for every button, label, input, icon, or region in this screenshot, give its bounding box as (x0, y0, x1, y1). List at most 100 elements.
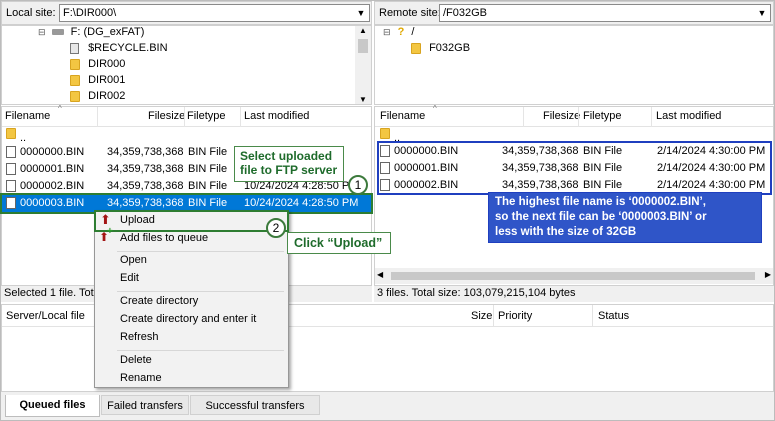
file-icon (6, 197, 16, 209)
callout-step1-line2: file to FTP server (240, 163, 338, 177)
file-size: 34,359,738,368 (107, 146, 184, 158)
menu-item-label: Delete (120, 354, 152, 366)
tree-item-label: DIR000 (88, 58, 126, 70)
folder-icon (380, 128, 390, 139)
step-badge-2: 2 (266, 218, 286, 238)
col-header-filename[interactable]: Filename (380, 110, 425, 122)
file-name: 0000001.BIN (394, 162, 459, 174)
tree-item-dir000[interactable]: DIR000 (70, 58, 125, 74)
chevron-down-icon[interactable]: ▼ (754, 5, 770, 21)
file-name: 0000002.BIN (20, 180, 85, 192)
menu-item-edit[interactable]: Edit (95, 269, 288, 289)
collapse-icon[interactable]: ⊟ (38, 27, 46, 37)
file-type: BIN File (583, 179, 623, 191)
folder-icon (70, 58, 80, 70)
list-item-parent[interactable]: .. (6, 127, 366, 144)
col-header-last-modified[interactable]: Last modified (656, 110, 721, 122)
drive-icon (51, 29, 64, 36)
scrollbar-thumb[interactable] (391, 272, 755, 280)
file-name: 0000002.BIN (394, 179, 459, 191)
scroll-up-icon[interactable]: ▲ (355, 26, 371, 35)
col-header-status[interactable]: Status (598, 310, 629, 322)
file-name: 0000003.BIN (20, 197, 85, 209)
scrollbar-thumb[interactable] (358, 39, 368, 53)
tree-item-label: F032GB (429, 42, 471, 54)
local-site-bar: Local site: F:\DIR000\ ▼ (1, 1, 372, 25)
col-header-size[interactable]: Size (471, 310, 492, 322)
sort-asc-icon: ^ (58, 104, 62, 113)
menu-item-rename[interactable]: Rename (95, 369, 288, 389)
tree-item-f032gb[interactable]: F032GB (411, 42, 470, 58)
tree-item-label: F: (DG_exFAT) (70, 26, 145, 38)
scroll-right-icon[interactable]: ▶ (765, 270, 771, 279)
chevron-down-icon[interactable]: ▼ (353, 5, 369, 21)
file-icon (6, 146, 16, 158)
note-line2: so the next file can be ‘0000003.BIN’ or (495, 211, 707, 223)
col-header-filesize[interactable]: Filesize (148, 110, 185, 122)
folder-icon (70, 74, 80, 86)
col-header-priority[interactable]: Priority (498, 310, 532, 322)
tab-successful-transfers[interactable]: Successful transfers (190, 395, 320, 415)
local-site-label: Local site: (6, 7, 56, 19)
menu-item-create-directory[interactable]: Create directory (95, 292, 288, 312)
recycle-bin-icon (70, 42, 79, 54)
col-header-filetype[interactable]: Filetype (187, 110, 226, 122)
tree-item-dir001[interactable]: DIR001 (70, 74, 125, 90)
remote-tree-pane: ⊟ ? / F032GB (374, 25, 774, 105)
menu-item-label: Edit (120, 272, 139, 284)
remote-hscrollbar[interactable]: ◀ ▶ (375, 268, 773, 284)
local-list-header: Filename ^ Filesize Filetype Last modifi… (2, 104, 371, 127)
menu-item-label: Rename (120, 372, 162, 384)
tab-queued-files[interactable]: Queued files (5, 395, 100, 417)
tree-item-recycle-bin[interactable]: $RECYCLE.BIN (70, 42, 168, 58)
scroll-down-icon[interactable]: ▼ (355, 95, 371, 104)
remote-site-path: /F032GB (443, 7, 488, 19)
col-header-last-modified[interactable]: Last modified (244, 110, 309, 122)
menu-item-label: Create directory and enter it (120, 313, 257, 325)
file-name: 0000001.BIN (20, 163, 85, 175)
file-size: 34,359,738,368 (107, 180, 184, 192)
local-tree-pane: ⊟ F: (DG_exFAT) $RECYCLE.BIN DIR000 DIR0… (1, 25, 372, 105)
callout-step1: Select uploaded file to FTP server (234, 146, 344, 182)
menu-item-add-files-to-queue[interactable]: ⬆ + Add files to queue (95, 226, 288, 249)
file-type: BIN File (188, 163, 228, 175)
menu-item-delete[interactable]: Delete (95, 351, 288, 371)
local-tree-scrollbar[interactable]: ▲ ▼ (355, 26, 371, 104)
remote-site-path-combo[interactable]: /F032GB ▼ (439, 4, 771, 22)
file-icon (380, 179, 390, 191)
menu-item-refresh[interactable]: Refresh (95, 328, 288, 348)
col-header-filesize[interactable]: Filesize (543, 110, 580, 122)
col-header-server-local-file[interactable]: Server/Local file (6, 310, 85, 322)
file-type: BIN File (583, 145, 623, 157)
menu-item-create-directory-and-enter[interactable]: Create directory and enter it (95, 310, 288, 330)
callout-step2: Click “Upload” (287, 232, 391, 254)
table-row[interactable]: 0000000.BIN 34,359,738,368 BIN File 2/14… (375, 143, 773, 160)
tab-label: Queued files (19, 399, 86, 411)
remote-status-text: 3 files. Total size: 103,079,215,104 byt… (377, 287, 576, 299)
tree-item-dir002[interactable]: DIR002 (70, 90, 125, 104)
step-badge-1: 1 (348, 175, 368, 195)
col-header-filename[interactable]: Filename (5, 110, 50, 122)
local-site-path-combo[interactable]: F:\DIR000\ ▼ (59, 4, 370, 22)
menu-item-upload[interactable]: ⬆ Upload (94, 210, 289, 232)
col-header-filetype[interactable]: Filetype (583, 110, 622, 122)
file-icon (6, 163, 16, 175)
menu-item-label: Upload (120, 214, 155, 226)
file-modified: 10/24/2024 4:28:50 PM (244, 197, 359, 209)
tree-item-drive-f[interactable]: ⊟ F: (DG_exFAT) (38, 26, 144, 42)
table-row[interactable]: 0000001.BIN 34,359,738,368 BIN File 2/14… (375, 160, 773, 177)
scroll-left-icon[interactable]: ◀ (377, 270, 383, 279)
file-size: 34,359,738,368 (107, 197, 184, 209)
file-size: 34,359,738,368 (502, 145, 579, 157)
callout-step2-text: Click “Upload” (294, 236, 383, 250)
menu-item-open[interactable]: Open (95, 251, 288, 271)
collapse-icon[interactable]: ⊟ (383, 27, 391, 37)
remote-list-header: Filename ^ Filesize Filetype Last modifi… (375, 104, 773, 127)
list-item-label: .. (20, 132, 27, 144)
tab-failed-transfers[interactable]: Failed transfers (101, 395, 189, 415)
tree-item-root[interactable]: ⊟ ? / (383, 26, 414, 42)
tree-item-label: DIR002 (88, 90, 126, 102)
context-menu: ⬆ Upload ⬆ + Add files to queue Open Edi… (94, 210, 289, 388)
note-line1: The highest file name is ‘0000002.BIN’, (495, 196, 706, 208)
sort-asc-icon: ^ (433, 104, 437, 113)
